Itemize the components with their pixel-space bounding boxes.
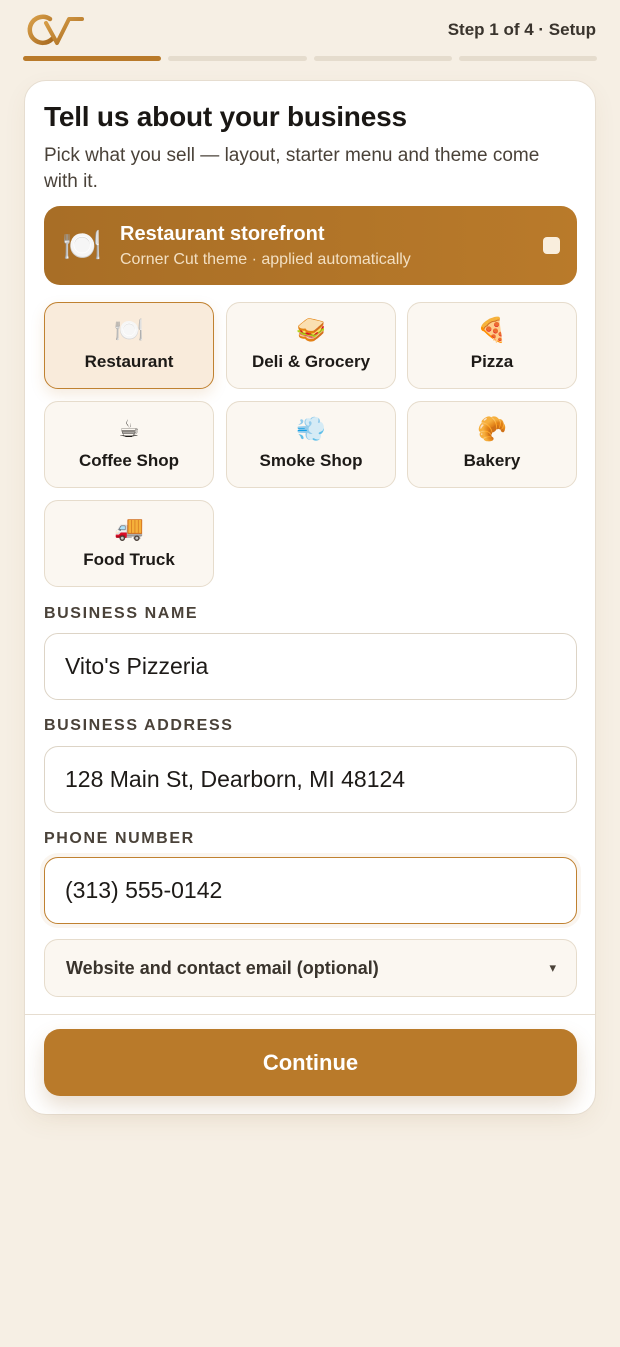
tile-label: Pizza xyxy=(470,352,514,371)
business-type-pizza[interactable]: 🍕 Pizza xyxy=(407,302,577,389)
phone-number-input[interactable] xyxy=(44,857,577,924)
plate-icon: 🍽️ xyxy=(62,227,102,263)
tile-label: Bakery xyxy=(463,451,521,470)
progress-segment-1 xyxy=(23,56,162,61)
progress-segment-2 xyxy=(168,56,307,61)
smoke-icon: 💨 xyxy=(296,416,326,443)
business-name-input[interactable] xyxy=(44,633,577,700)
checkbox-icon xyxy=(543,237,560,254)
tile-label: Restaurant xyxy=(84,352,174,371)
phone-number-label: PHONE NUMBER xyxy=(44,830,195,847)
continue-button[interactable]: Continue xyxy=(44,1029,577,1096)
business-type-food-truck[interactable]: 🚚 Food Truck xyxy=(44,500,214,587)
top-bar: Step 1 of 4 · Setup xyxy=(24,12,596,48)
banner-title: Restaurant storefront xyxy=(120,223,325,245)
tile-label: Deli & Grocery xyxy=(251,352,371,371)
business-address-input[interactable] xyxy=(44,746,577,813)
divider xyxy=(25,1014,595,1015)
business-name-label: BUSINESS NAME xyxy=(44,605,199,622)
step-progress-bar xyxy=(23,56,597,61)
chevron-down-icon: ▾ xyxy=(549,960,556,975)
plate-icon: 🍽️ xyxy=(114,317,144,344)
step-indicator: Step 1 of 4 · Setup xyxy=(447,20,596,39)
pizza-icon: 🍕 xyxy=(477,317,507,344)
progress-segment-4 xyxy=(458,56,597,61)
tile-label: Smoke Shop xyxy=(259,451,363,470)
tile-label: Coffee Shop xyxy=(78,451,180,470)
business-type-deli-grocery[interactable]: 🥪 Deli & Grocery xyxy=(226,302,396,389)
truck-icon: 🚚 xyxy=(114,515,144,542)
business-type-smoke-shop[interactable]: 💨 Smoke Shop xyxy=(226,401,396,488)
business-address-label: BUSINESS ADDRESS xyxy=(44,717,234,734)
sandwich-icon: 🥪 xyxy=(296,317,326,344)
optional-contact-label: Website and contact email (optional) xyxy=(66,958,379,978)
optional-contact-toggle[interactable]: Website and contact email (optional) ▾ xyxy=(44,939,577,997)
setup-card: Tell us about your business Pick what yo… xyxy=(24,80,596,1115)
business-type-bakery[interactable]: 🥐 Bakery xyxy=(407,401,577,488)
business-type-restaurant[interactable]: 🍽️ Restaurant xyxy=(44,302,214,389)
progress-segment-3 xyxy=(313,56,452,61)
page-title: Tell us about your business xyxy=(44,101,407,132)
tile-label: Food Truck xyxy=(83,550,175,569)
storefront-banner: 🍽️ Restaurant storefront Corner Cut them… xyxy=(44,206,577,285)
croissant-icon: 🥐 xyxy=(477,416,507,443)
banner-subtitle: Corner Cut theme · applied automatically xyxy=(120,251,411,268)
business-type-coffee-shop[interactable]: ☕ Coffee Shop xyxy=(44,401,214,488)
coffee-icon: ☕ xyxy=(118,416,140,443)
brand-logo-icon xyxy=(27,14,84,45)
page-subtitle: Pick what you sell — layout, starter men… xyxy=(44,145,540,192)
